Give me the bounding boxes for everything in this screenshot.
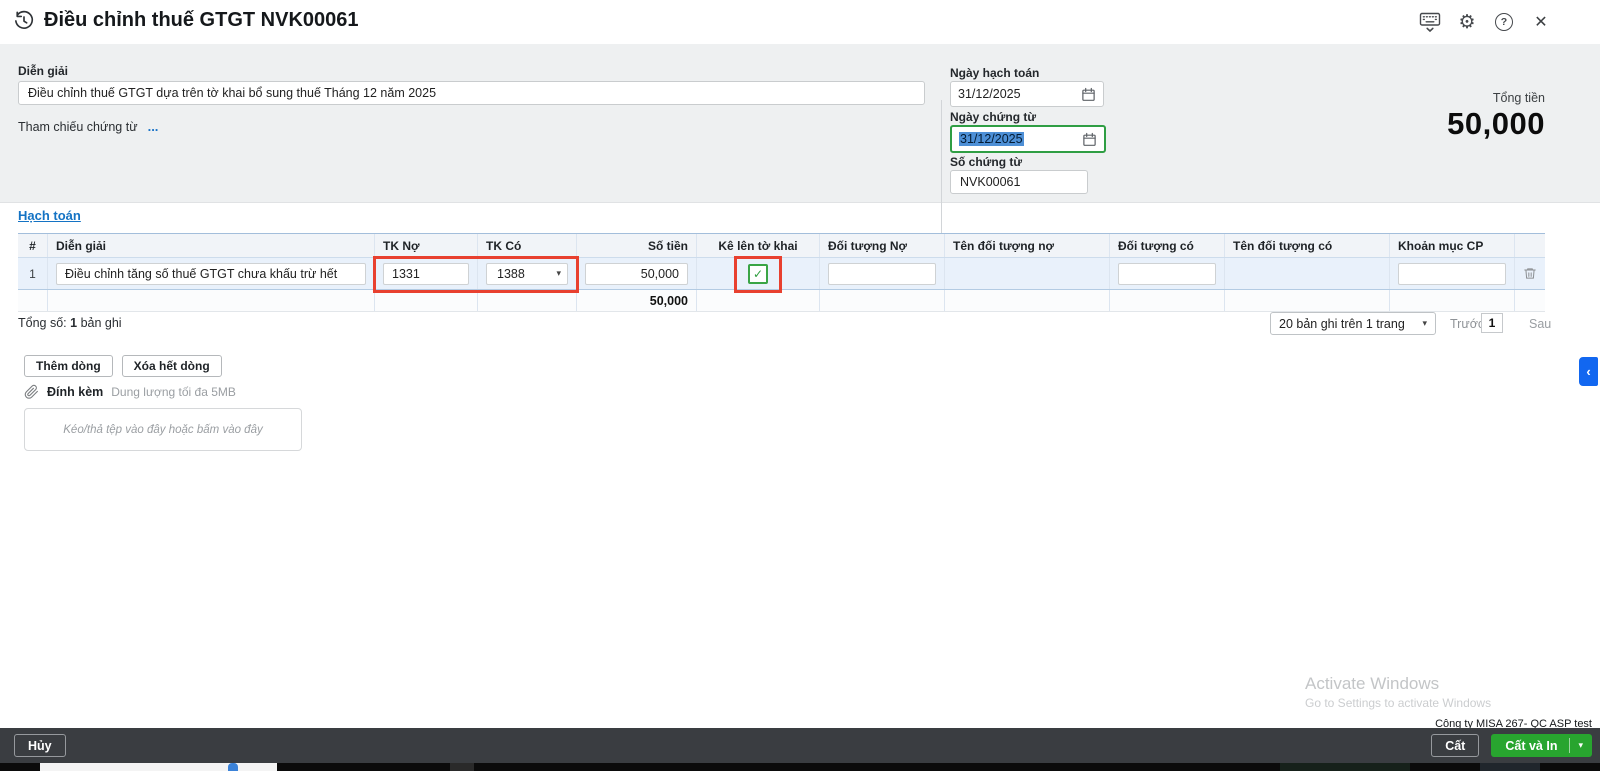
document-header-panel: Diễn giải Tham chiếu chứng từ ... Ngày h… xyxy=(0,44,1600,203)
entries-table: # Diễn giải TK Nợ TK Có Số tiền Kê lên t… xyxy=(18,233,1545,312)
desktop-icon-sliver xyxy=(228,763,238,771)
col-index: # xyxy=(18,234,48,257)
page-title: Điều chỉnh thuế GTGT NVK00061 xyxy=(44,9,359,32)
ngay-hach-toan-input[interactable]: 31/12/2025 xyxy=(950,81,1104,107)
tham-chieu-label: Tham chiếu chứng từ xyxy=(18,120,138,134)
table-total-row: 50,000 xyxy=(18,290,1545,312)
form-divider xyxy=(941,100,942,240)
window-titlebar: Điều chỉnh thuế GTGT NVK00061 ⚙ ? ✕ xyxy=(0,0,1600,44)
so-chung-tu-input[interactable] xyxy=(950,170,1088,194)
row-dien-giai-input[interactable] xyxy=(56,263,366,285)
row-tk-co-select[interactable]: 1388 ▾ xyxy=(486,263,568,285)
calendar-icon[interactable] xyxy=(1081,87,1096,102)
history-icon xyxy=(13,10,35,32)
col-so-tien: Số tiền xyxy=(577,234,697,257)
page-number-box[interactable]: 1 xyxy=(1481,313,1503,333)
ngay-chung-tu-input[interactable]: 31/12/2025 xyxy=(950,125,1106,153)
settings-gear-icon[interactable]: ⚙ xyxy=(1456,11,1478,33)
ke-len-to-khai-checkbox[interactable]: ✓ xyxy=(748,264,768,284)
table-header-row: # Diễn giải TK Nợ TK Có Số tiền Kê lên t… xyxy=(18,233,1545,258)
tong-tien-label: Tổng tiền xyxy=(1493,91,1545,105)
add-row-button[interactable]: Thêm dòng xyxy=(24,355,113,377)
cancel-button[interactable]: Hủy xyxy=(14,734,66,757)
col-dien-giai: Diễn giải xyxy=(48,234,375,257)
so-chung-tu-label: Số chứng từ xyxy=(950,155,1022,169)
tham-chieu-more-link[interactable]: ... xyxy=(148,119,159,134)
trash-icon[interactable] xyxy=(1523,266,1537,281)
footer-bar xyxy=(0,728,1600,763)
desktop-sliver xyxy=(1480,763,1540,771)
activate-windows-watermark: Activate Windows xyxy=(1305,674,1439,694)
row-actions: Thêm dòng Xóa hết dòng xyxy=(24,355,222,377)
dien-giai-input[interactable] xyxy=(18,81,925,105)
chevron-down-icon: ▾ xyxy=(1422,318,1427,329)
chevron-down-icon: ▾ xyxy=(556,268,561,279)
total-so-tien: 50,000 xyxy=(577,290,697,311)
row-ten-doi-tuong-no xyxy=(945,258,1110,289)
table-row: 1 1388 ▾ ✓ xyxy=(18,258,1545,290)
record-count-value: 1 xyxy=(70,316,77,330)
col-khoan-muc-cp: Khoản mục CP xyxy=(1390,234,1515,257)
row-doi-tuong-co-input[interactable] xyxy=(1118,263,1216,285)
col-doi-tuong-no: Đối tượng Nợ xyxy=(820,234,945,257)
desktop-sliver xyxy=(450,763,474,771)
titlebar-actions: ⚙ ? ✕ xyxy=(1419,11,1552,33)
row-index: 1 xyxy=(29,267,36,281)
attachment-label: Đính kèm xyxy=(47,385,103,399)
ngay-chung-tu-label: Ngày chứng từ xyxy=(950,110,1036,124)
col-ke-len-to-khai: Kê lên tờ khai xyxy=(697,234,820,257)
keyboard-shortcuts-icon[interactable] xyxy=(1419,11,1441,33)
row-khoan-muc-cp-input[interactable] xyxy=(1398,263,1506,285)
save-and-print-button[interactable]: Cất và In ▾ xyxy=(1491,734,1592,757)
footer-actions: Cất Cất và In ▾ xyxy=(1431,734,1592,757)
file-dropzone[interactable]: Kéo/thả tệp vào đây hoặc bấm vào đây xyxy=(24,408,302,451)
col-tk-co: TK Có xyxy=(478,234,577,257)
side-panel-toggle[interactable]: ‹ xyxy=(1579,357,1598,386)
tham-chieu-row: Tham chiếu chứng từ ... xyxy=(18,119,158,134)
chevron-down-icon: ▾ xyxy=(1578,740,1592,751)
col-ten-doi-tuong-no: Tên đối tượng nợ xyxy=(945,234,1110,257)
row-doi-tuong-no-input[interactable] xyxy=(828,263,936,285)
save-button[interactable]: Cất xyxy=(1431,734,1479,757)
col-ten-doi-tuong-co: Tên đối tượng có xyxy=(1225,234,1390,257)
selected-date-text: 31/12/2025 xyxy=(959,132,1024,146)
dien-giai-label: Diễn giải xyxy=(18,64,68,78)
row-so-tien-input[interactable] xyxy=(585,263,688,285)
page-size-select[interactable]: 20 bản ghi trên 1 trang ▾ xyxy=(1270,312,1436,335)
paperclip-icon xyxy=(24,384,39,400)
check-icon: ✓ xyxy=(753,268,763,280)
close-icon[interactable]: ✕ xyxy=(1530,11,1552,33)
tax-adjustment-window: Điều chỉnh thuế GTGT NVK00061 ⚙ ? ✕ Diễn… xyxy=(0,0,1600,771)
button-separator xyxy=(1569,738,1570,753)
attachment-hint: Dung lượng tối đa 5MB xyxy=(111,385,236,399)
attachment-header: Đính kèm Dung lượng tối đa 5MB xyxy=(24,384,236,400)
row-ten-doi-tuong-co xyxy=(1225,258,1390,289)
help-icon[interactable]: ? xyxy=(1493,11,1515,33)
col-actions xyxy=(1515,234,1545,257)
prev-page-button[interactable]: Trước xyxy=(1450,317,1484,331)
tong-tien-value: 50,000 xyxy=(1447,106,1545,142)
next-page-button[interactable]: Sau xyxy=(1529,317,1551,331)
tab-hach-toan[interactable]: Hạch toán xyxy=(18,208,81,223)
col-tk-no: TK Nợ xyxy=(375,234,478,257)
record-count: Tổng số: 1 bản ghi xyxy=(18,316,122,330)
clear-rows-button[interactable]: Xóa hết dòng xyxy=(122,355,222,377)
desktop-sliver xyxy=(1280,763,1410,771)
row-tk-no-input[interactable] xyxy=(383,263,469,285)
ngay-hach-toan-label: Ngày hạch toán xyxy=(950,66,1039,80)
chevron-left-icon: ‹ xyxy=(1586,364,1590,379)
activate-windows-watermark-line2: Go to Settings to activate Windows xyxy=(1305,696,1491,710)
calendar-icon[interactable] xyxy=(1082,132,1097,147)
desktop-window-sliver xyxy=(40,763,277,771)
col-doi-tuong-co: Đối tượng có xyxy=(1110,234,1225,257)
